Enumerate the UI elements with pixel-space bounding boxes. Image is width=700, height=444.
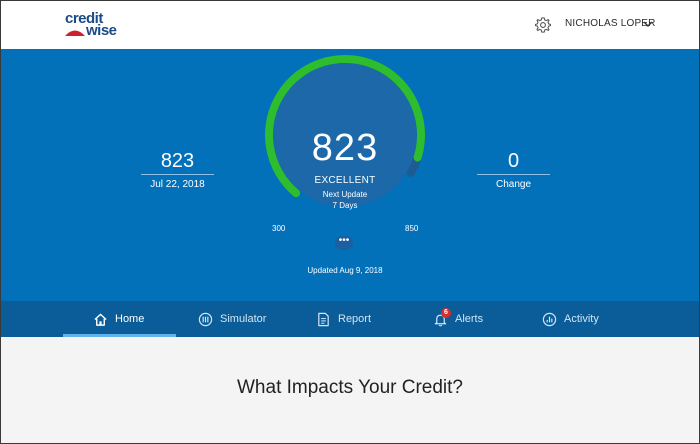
- top-header: credit wise NICHOLAS LOPER: [1, 1, 699, 49]
- chevron-down-icon[interactable]: [643, 20, 653, 28]
- tab-activity-label: Activity: [564, 313, 599, 325]
- tab-report[interactable]: Report: [316, 301, 371, 337]
- main-nav: Home Simulator Report 6 Alerts Activity: [1, 301, 699, 337]
- app-frame: credit wise NICHOLAS LOPER 823 Jul 22, 2…: [0, 0, 700, 444]
- gear-icon[interactable]: [534, 16, 552, 34]
- credit-score-rating: EXCELLENT: [314, 175, 376, 186]
- alerts-icon-wrap: 6: [433, 307, 451, 327]
- score-details-button[interactable]: •••: [335, 236, 353, 250]
- tab-report-label: Report: [338, 313, 372, 325]
- change-divider: [477, 174, 550, 175]
- tab-simulator[interactable]: Simulator: [198, 301, 266, 337]
- section-title: What Impacts Your Credit?: [237, 377, 463, 398]
- activity-icon: [542, 312, 557, 326]
- creditwise-logo[interactable]: credit wise: [63, 11, 123, 39]
- tab-alerts[interactable]: 6 Alerts: [433, 301, 483, 337]
- home-icon: [94, 313, 107, 326]
- tab-home-label: Home: [115, 313, 145, 325]
- simulator-icon: [198, 312, 213, 326]
- report-icon: [318, 312, 329, 326]
- tab-simulator-label: Simulator: [220, 313, 267, 325]
- next-update-value: 7 Days: [332, 201, 358, 210]
- gauge-max-label: 850: [405, 224, 419, 233]
- change-value: 0: [507, 150, 520, 172]
- alerts-count-badge: 6: [441, 307, 451, 318]
- tab-alerts-label: Alerts: [455, 313, 484, 325]
- previous-score-value: 823: [160, 150, 195, 172]
- score-updated-date: Updated Aug 9, 2018: [307, 266, 383, 275]
- change-label: Change: [495, 179, 532, 190]
- content-area: What Impacts Your Credit?: [1, 337, 699, 443]
- gauge-min-label: 300: [272, 224, 286, 233]
- previous-score-divider: [141, 174, 214, 175]
- credit-score-value: 823: [311, 127, 379, 169]
- previous-score-date: Jul 22, 2018: [150, 179, 205, 190]
- logo-text-wise: wise: [86, 22, 117, 39]
- next-update-label: Next Update: [322, 190, 368, 199]
- tab-home[interactable]: Home: [93, 301, 144, 337]
- tab-activity[interactable]: Activity: [542, 301, 599, 337]
